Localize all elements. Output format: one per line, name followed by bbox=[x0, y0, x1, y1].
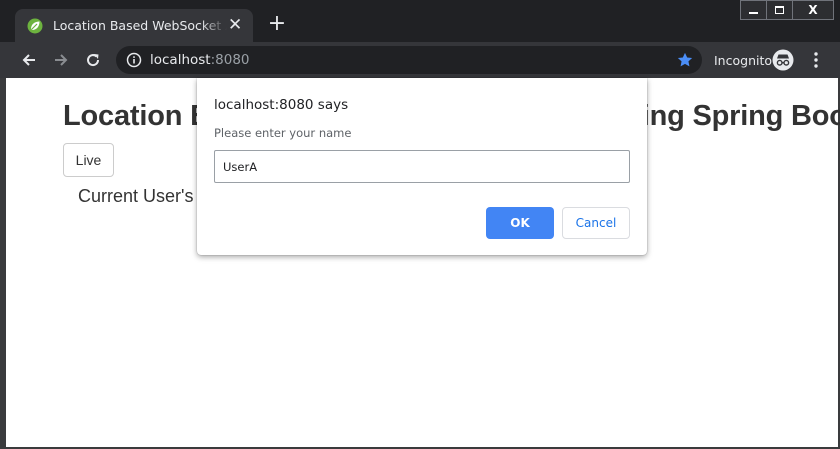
url-port: :8080 bbox=[210, 52, 250, 68]
info-icon[interactable] bbox=[126, 52, 142, 68]
tab-close-icon[interactable]: ✕ bbox=[227, 17, 243, 34]
ok-button[interactable]: OK bbox=[486, 207, 554, 239]
back-arrow-icon[interactable] bbox=[19, 51, 39, 69]
spring-leaf-icon bbox=[27, 18, 43, 33]
reload-icon[interactable] bbox=[83, 51, 103, 69]
name-input[interactable] bbox=[214, 150, 630, 183]
tab-title: Location Based WebSocket Application bbox=[53, 18, 227, 33]
url-host: localhost bbox=[150, 52, 211, 68]
new-tab-icon[interactable]: + bbox=[266, 13, 288, 35]
browser-toolbar: localhost:8080 Incognito bbox=[0, 42, 840, 78]
close-window-button[interactable]: X bbox=[792, 0, 834, 20]
incognito-icon[interactable] bbox=[772, 49, 794, 71]
incognito-label: Incognito bbox=[714, 53, 773, 68]
maximize-button[interactable] bbox=[766, 0, 792, 20]
prompt-dialog: localhost:8080 says Please enter your na… bbox=[197, 78, 647, 255]
close-icon: X bbox=[808, 3, 818, 17]
browser-titlebar: Location Based WebSocket Application ✕ +… bbox=[0, 0, 840, 42]
address-bar[interactable]: localhost:8080 bbox=[116, 46, 702, 74]
bookmark-star-icon[interactable] bbox=[676, 51, 694, 69]
live-button[interactable]: Live bbox=[63, 143, 114, 177]
dialog-title: localhost:8080 says bbox=[214, 97, 349, 113]
more-menu-icon[interactable] bbox=[812, 51, 820, 69]
maximize-icon bbox=[775, 6, 784, 14]
dialog-message: Please enter your name bbox=[214, 126, 352, 140]
minimize-icon bbox=[749, 12, 758, 14]
forward-arrow-icon[interactable] bbox=[51, 51, 71, 69]
browser-tab[interactable]: Location Based WebSocket Application ✕ bbox=[15, 9, 253, 42]
window-controls: X bbox=[740, 0, 834, 20]
minimize-button[interactable] bbox=[740, 0, 766, 20]
cancel-button[interactable]: Cancel bbox=[562, 207, 630, 239]
